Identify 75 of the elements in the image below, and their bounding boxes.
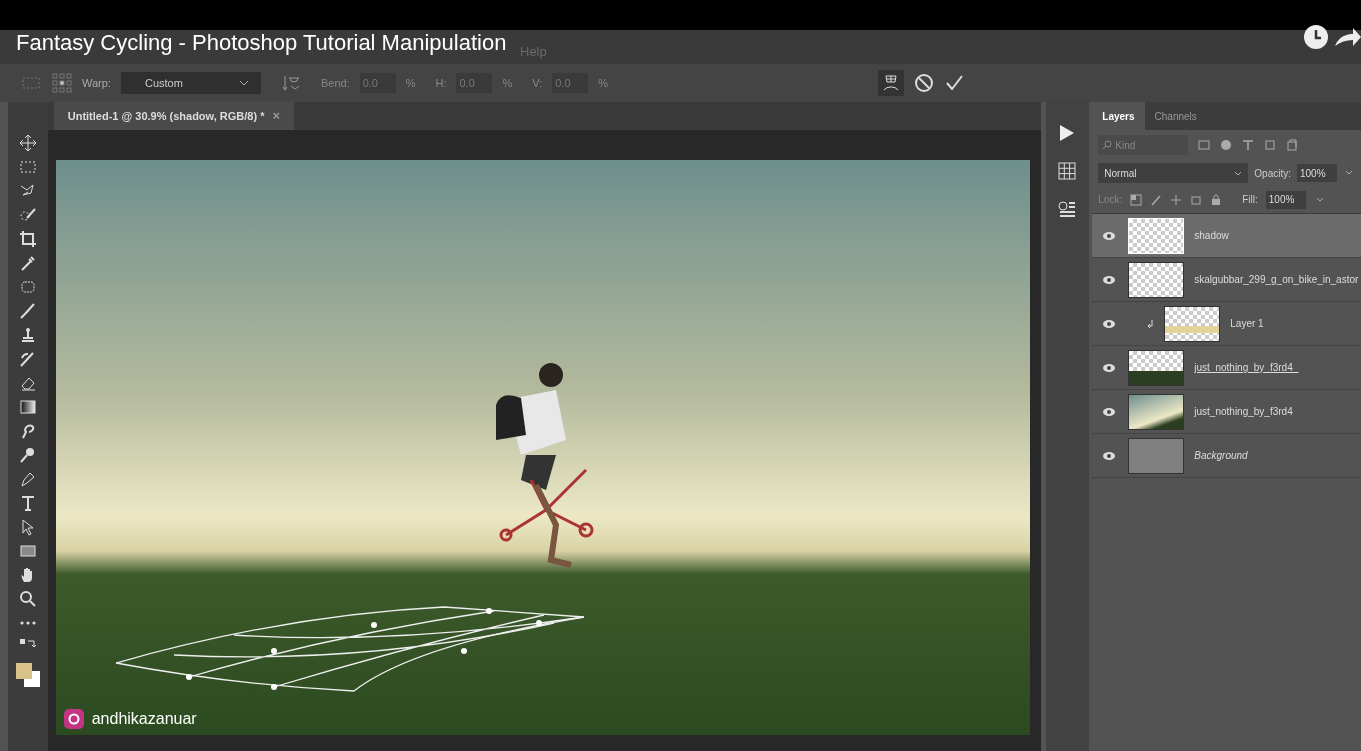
rectangle-tool-icon[interactable] [18, 542, 37, 560]
patch-tool-icon[interactable] [18, 278, 37, 296]
layer-row[interactable]: just_nothing_by_f3rd4_ [1092, 346, 1361, 390]
eye-icon[interactable] [1102, 450, 1117, 461]
layer-row[interactable]: shadow [1092, 214, 1361, 258]
reference-point-icon [52, 73, 72, 93]
marquee-tool-icon[interactable] [18, 158, 37, 176]
percent-unit: % [598, 75, 609, 91]
grid-icon[interactable] [1058, 162, 1077, 180]
h-label: H: [435, 75, 447, 91]
eye-icon[interactable] [1102, 274, 1117, 285]
play-icon[interactable] [1059, 124, 1076, 142]
quick-selection-tool-icon[interactable] [18, 206, 37, 224]
filter-field[interactable]: Kind [1098, 135, 1189, 155]
eye-icon[interactable] [1102, 406, 1117, 417]
adjustment-filter-icon[interactable] [1220, 139, 1233, 151]
color-swatches-icon[interactable] [14, 662, 41, 688]
layer-name: Layer 1 [1230, 317, 1264, 331]
cancel-icon[interactable] [914, 73, 935, 93]
warp-label: Warp: [82, 75, 111, 91]
checkmark-icon[interactable] [944, 73, 965, 93]
zoom-tool-icon[interactable] [18, 590, 37, 608]
layer-row[interactable]: skalgubbar_299_g_on_bike_in_astor [1092, 258, 1361, 302]
panel-tab[interactable]: Channels [1144, 102, 1207, 130]
percent-unit: % [405, 75, 416, 91]
brush-icon[interactable] [1150, 193, 1163, 206]
video-title: Fantasy Cycling - Photoshop Tutorial Manipulation [16, 29, 507, 57]
document-tab-title: Untitled-1 @ 30.9% (shadow, RGB/8) * [67, 108, 265, 124]
warp-orientation-icon [280, 74, 301, 92]
filter-input[interactable]: Kind [1115, 137, 1176, 153]
camera-icon [63, 709, 84, 729]
panel-tab[interactable]: Layers [1092, 102, 1145, 130]
percent-unit: % [502, 75, 513, 91]
opacity-label: Opacity: [1254, 166, 1291, 181]
properties-icon[interactable] [1058, 200, 1077, 218]
layer-name: skalgubbar_299_g_on_bike_in_astor [1194, 273, 1359, 287]
history-brush-tool-icon[interactable] [18, 350, 37, 368]
chevron-down-icon [238, 80, 249, 86]
search-icon [1102, 140, 1113, 150]
v-label: V: [532, 75, 543, 91]
layer-name: just_nothing_by_f3rd4_ [1194, 361, 1299, 375]
layer-row[interactable]: Layer 1 [1092, 302, 1361, 346]
transform-tool-icon [20, 75, 42, 91]
chevron-down-icon [1234, 170, 1243, 176]
layer-name: just_nothing_by_f3rd4 [1194, 405, 1293, 419]
layer-row[interactable]: just_nothing_by_f3rd4 [1092, 390, 1361, 434]
fill-label: Fill: [1242, 193, 1258, 207]
layer-name: Background [1194, 449, 1248, 463]
blend-mode-dropdown[interactable]: Normal [1098, 163, 1249, 183]
warp-dropdown[interactable]: Custom [120, 72, 261, 94]
eye-icon[interactable] [1102, 362, 1117, 373]
lock-pixels-icon[interactable] [1130, 193, 1143, 206]
close-button[interactable]: × [272, 106, 281, 126]
layer-row[interactable]: Background [1092, 434, 1361, 478]
opacity-input[interactable]: 100% [1297, 164, 1337, 182]
smart-object-filter-icon[interactable] [1286, 139, 1299, 151]
fill-input[interactable]: 100% [1265, 190, 1306, 209]
bend-label: Bend: [320, 75, 350, 91]
document-tab[interactable]: Untitled-1 @ 30.9% (shadow, RGB/8) * × [53, 102, 295, 130]
dodge-tool-icon[interactable] [18, 446, 37, 464]
channel-handle: andhikazanuar [91, 709, 197, 729]
gradient-tool-icon[interactable] [18, 398, 37, 416]
move-tool-icon[interactable] [18, 134, 37, 152]
share-icon [1335, 26, 1361, 48]
crop-tool-icon[interactable] [18, 230, 37, 248]
eye-icon[interactable] [1102, 230, 1117, 241]
warp-mode-icon[interactable] [878, 70, 905, 96]
pen-tool-icon[interactable] [18, 470, 37, 488]
image-filter-icon[interactable] [1198, 139, 1211, 151]
type-filter-icon[interactable] [1242, 139, 1255, 151]
eye-icon[interactable] [1102, 318, 1117, 329]
shape-filter-icon[interactable] [1264, 139, 1277, 151]
layer-name: shadow [1194, 229, 1229, 243]
brush-tool-icon[interactable] [18, 302, 37, 320]
lock-icon[interactable] [1210, 193, 1223, 206]
